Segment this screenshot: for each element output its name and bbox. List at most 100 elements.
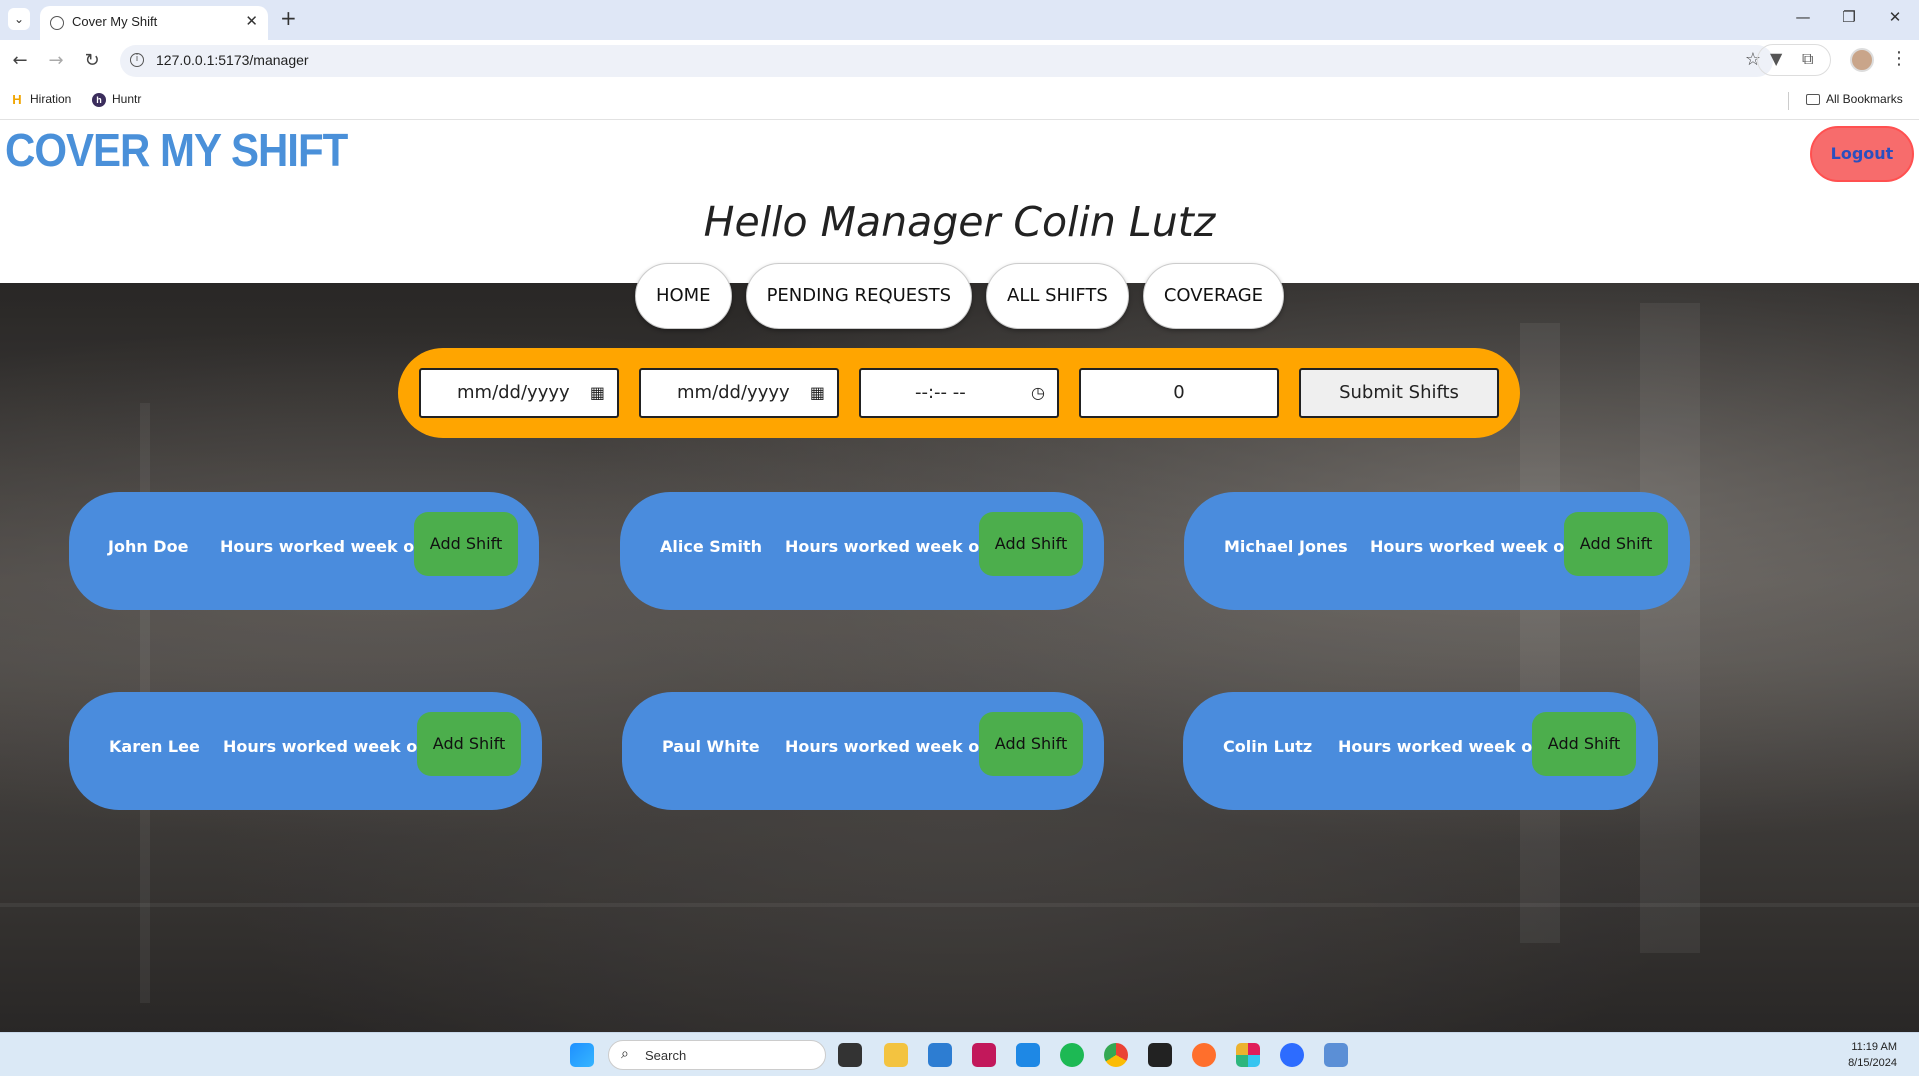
app-logo: COVER MY SHIFT (5, 124, 348, 176)
nav-coverage[interactable]: COVERAGE (1142, 263, 1285, 329)
new-tab-icon[interactable]: + (280, 6, 297, 30)
end-date-input[interactable]: mm/dd/yyyy ▦ (639, 368, 839, 418)
start-date-placeholder: mm/dd/yyyy (457, 382, 570, 403)
calendar-icon[interactable]: ▦ (590, 370, 605, 416)
clock-icon[interactable]: ◷ (1031, 370, 1045, 416)
hours-label: Hours worked week of: (1370, 537, 1578, 556)
nav-home[interactable]: HOME (634, 263, 732, 329)
bookmark-hiration[interactable]: H Hiration (10, 92, 71, 107)
logout-button[interactable]: Logout (1810, 126, 1914, 182)
submit-shifts-button[interactable]: Submit Shifts (1299, 368, 1499, 418)
folder-icon (1806, 94, 1820, 106)
back-icon[interactable]: ← (8, 50, 32, 71)
system-clock[interactable]: 11:19 AM 8/15/2024 (1848, 1039, 1897, 1071)
employee-card: Paul White Hours worked week of: Add Shi… (622, 692, 1104, 810)
windows-start-icon[interactable] (570, 1043, 594, 1067)
close-window-icon[interactable]: ✕ (1880, 8, 1910, 26)
employee-card: Colin Lutz Hours worked week of: Add Shi… (1183, 692, 1658, 810)
add-shift-button[interactable]: Add Shift (417, 712, 521, 776)
employee-name: Michael Jones (1224, 537, 1348, 556)
employee-name: Paul White (662, 737, 760, 756)
bg-detail (0, 903, 1919, 907)
postman-icon[interactable] (1192, 1043, 1216, 1067)
task-view-icon[interactable] (838, 1043, 862, 1067)
browser-toolbar: ← → ↻ i 127.0.0.1:5173/manager ☆ ▼ ⧉ ⋮ (0, 40, 1919, 82)
employee-card: John Doe Hours worked week of: Add Shift (69, 492, 539, 610)
reload-icon[interactable]: ↻ (80, 50, 104, 71)
bg-detail (1640, 303, 1700, 953)
zoom-icon[interactable] (1280, 1043, 1304, 1067)
spotify-icon[interactable] (1060, 1043, 1084, 1067)
file-explorer-icon[interactable] (884, 1043, 908, 1067)
browser-tab[interactable]: Cover My Shift ✕ (40, 6, 268, 40)
close-tab-icon[interactable]: ✕ (245, 12, 258, 30)
time-placeholder: --:-- -- (915, 382, 966, 403)
employee-card: Karen Lee Hours worked week of: Add Shif… (69, 692, 542, 810)
nav-pending-requests[interactable]: PENDING REQUESTS (745, 263, 973, 329)
employee-name: Karen Lee (109, 737, 200, 756)
restore-icon[interactable]: ❐ (1834, 8, 1864, 26)
hiration-icon: H (12, 91, 22, 107)
add-shift-button[interactable]: Add Shift (979, 512, 1083, 576)
hours-label: Hours worked week of: (1338, 737, 1546, 756)
hours-label: Hours worked week of: (785, 737, 993, 756)
notepad-icon[interactable] (1324, 1043, 1348, 1067)
bookmark-divider (1788, 92, 1789, 110)
browser-menu-icon[interactable]: ⋮ (1890, 48, 1908, 69)
address-bar[interactable]: i 127.0.0.1:5173/manager ☆ (120, 45, 1773, 77)
end-date-placeholder: mm/dd/yyyy (677, 382, 790, 403)
extensions-puzzle-icon[interactable]: ⧉ (1802, 49, 1813, 69)
employee-card: Michael Jones Hours worked week of: Add … (1184, 492, 1690, 610)
taskbar-search[interactable]: ⌕ Search (608, 1040, 826, 1070)
all-bookmarks[interactable]: All Bookmarks (1806, 92, 1903, 106)
start-date-input[interactable]: mm/dd/yyyy ▦ (419, 368, 619, 418)
employee-card: Alice Smith Hours worked week of: Add Sh… (620, 492, 1104, 610)
hours-label: Hours worked week of: (223, 737, 431, 756)
url-text[interactable]: 127.0.0.1:5173/manager (156, 52, 309, 68)
hours-label: Hours worked week of: (785, 537, 993, 556)
bookmark-huntr[interactable]: h Huntr (92, 92, 141, 107)
store-icon[interactable] (928, 1043, 952, 1067)
hours-value: 0 (1173, 382, 1185, 403)
page-header: COVER MY SHIFT Logout Hello Manager Coli… (0, 120, 1919, 283)
slack-icon[interactable] (1236, 1043, 1260, 1067)
forward-icon[interactable]: → (44, 50, 68, 71)
vscode-icon[interactable] (1016, 1043, 1040, 1067)
add-shift-button[interactable]: Add Shift (1532, 712, 1636, 776)
site-info-icon[interactable]: i (130, 53, 144, 67)
main-nav: HOME PENDING REQUESTS ALL SHIFTS COVERAG… (0, 263, 1919, 329)
page-title: Hello Manager Colin Lutz (703, 198, 1216, 246)
extensions-group: ▼ ⧉ (1757, 44, 1831, 76)
clock-date: 8/15/2024 (1848, 1057, 1897, 1069)
os-taskbar: ⌕ Search 11:19 AM 8/15/2024 (0, 1032, 1919, 1076)
employee-name: John Doe (108, 537, 189, 556)
hours-label: Hours worked week of: (220, 537, 428, 556)
hours-input[interactable]: 0 (1079, 368, 1279, 418)
taskbar-search-label: Search (645, 1048, 687, 1063)
add-shift-button[interactable]: Add Shift (414, 512, 518, 576)
intellij-icon[interactable] (972, 1043, 996, 1067)
add-shift-button[interactable]: Add Shift (979, 712, 1083, 776)
employee-name: Alice Smith (660, 537, 762, 556)
page-content: COVER MY SHIFT Logout Hello Manager Coli… (0, 120, 1919, 1032)
browser-tab-bar: ⌄ Cover My Shift ✕ + — ❐ ✕ (0, 0, 1919, 40)
calendar-icon[interactable]: ▦ (810, 370, 825, 416)
tab-search-icon[interactable]: ⌄ (8, 8, 30, 30)
minimize-icon[interactable]: — (1788, 8, 1818, 26)
tab-title: Cover My Shift (72, 14, 158, 29)
huntr-icon: h (92, 92, 106, 107)
add-shift-button[interactable]: Add Shift (1564, 512, 1668, 576)
search-icon: ⌕ (621, 1046, 629, 1062)
clock-time: 11:19 AM (1851, 1041, 1897, 1053)
bg-detail (1520, 323, 1560, 943)
shift-form: mm/dd/yyyy ▦ mm/dd/yyyy ▦ --:-- -- ◷ 0 S… (398, 348, 1520, 438)
terminal-icon[interactable] (1148, 1043, 1172, 1067)
time-input[interactable]: --:-- -- ◷ (859, 368, 1059, 418)
profile-avatar[interactable] (1850, 48, 1874, 72)
nav-all-shifts[interactable]: ALL SHIFTS (986, 263, 1129, 329)
vpn-extension-icon[interactable]: ▼ (1770, 49, 1782, 68)
chrome-icon[interactable] (1104, 1043, 1128, 1067)
employee-name: Colin Lutz (1223, 737, 1313, 756)
bookmarks-bar: H Hiration h Huntr All Bookmarks (0, 82, 1919, 120)
globe-icon (50, 16, 64, 30)
